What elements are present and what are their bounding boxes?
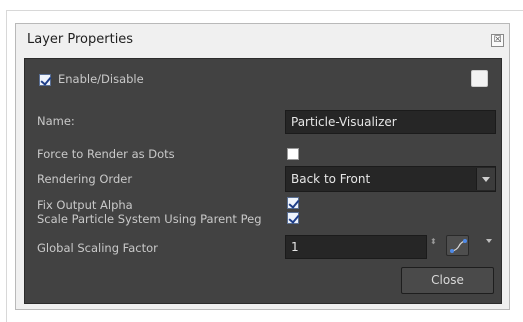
global-scaling-label: Global Scaling Factor (37, 241, 158, 255)
dialog-titlebar: Layer Properties ☒ (16, 24, 509, 59)
enable-disable-checkbox[interactable] (39, 74, 51, 86)
fix-output-alpha-checkbox[interactable] (287, 197, 299, 209)
enable-disable-label: Enable/Disable (58, 72, 144, 86)
scale-parent-peg-label: Scale Particle System Using Parent Peg (37, 212, 262, 226)
rendering-order-select[interactable]: Back to Front (285, 166, 496, 192)
name-label: Name: (37, 114, 75, 128)
layer-color-swatch[interactable] (471, 70, 488, 87)
global-scaling-input[interactable]: 1 (285, 235, 427, 259)
chevron-down-icon[interactable] (486, 239, 492, 243)
dialog-title: Layer Properties (27, 32, 134, 47)
rendering-order-label: Rendering Order (37, 172, 133, 186)
page-border (6, 10, 7, 322)
name-input[interactable]: Particle-Visualizer (285, 110, 496, 134)
force-render-dots-checkbox[interactable] (287, 148, 299, 160)
page-border (6, 10, 523, 11)
close-window-icon[interactable]: ☒ (491, 34, 504, 47)
spinner-arrows-icon[interactable]: ⬍ (430, 238, 437, 252)
chevron-down-icon[interactable] (476, 168, 495, 190)
fix-output-alpha-label: Fix Output Alpha (37, 198, 133, 212)
scale-parent-peg-checkbox[interactable] (287, 212, 299, 224)
close-button[interactable]: Close (401, 267, 494, 294)
force-render-dots-label: Force to Render as Dots (37, 147, 175, 161)
function-curve-icon[interactable] (446, 235, 469, 256)
